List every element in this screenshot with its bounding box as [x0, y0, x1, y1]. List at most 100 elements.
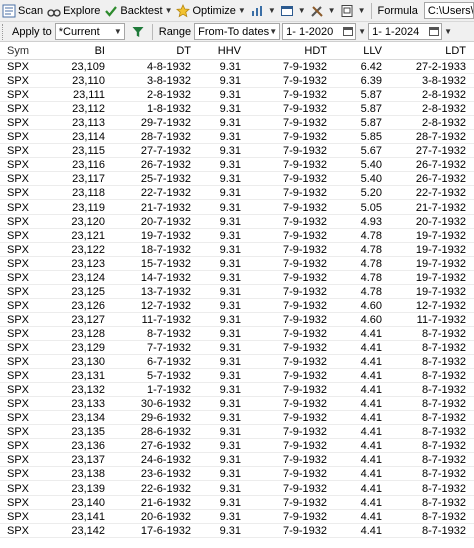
cell-hhv: 9.31 [219, 271, 241, 284]
table-row[interactable]: SPX 23,119 21-7-1932 9.31 7-9-1932 5.05 21-7-1… [0, 201, 474, 215]
chevron-down-icon[interactable]: ▼ [268, 6, 276, 15]
cell-hdt: 7-9-1932 [282, 426, 327, 439]
table-row[interactable]: SPX 23,123 15-7-1932 9.31 7-9-1932 4.78 19-7-1… [0, 257, 474, 271]
cell-llv: 4.41 [360, 510, 382, 523]
chevron-down-icon[interactable]: ▼ [328, 6, 336, 15]
tools-button[interactable]: ▼ [308, 2, 338, 20]
chevron-down-icon[interactable]: ▼ [444, 27, 452, 36]
column-header-hdt[interactable]: HDT [304, 42, 327, 60]
cell-dt: 11-7-1932 [141, 313, 191, 326]
toolbar-grip[interactable] [2, 23, 6, 40]
table-row[interactable]: SPX 23,125 13-7-1932 9.31 7-9-1932 4.78 19-7-1… [0, 285, 474, 299]
table-row[interactable]: SPX 23,130 6-7-1932 9.31 7-9-1932 4.41 8-7-193… [0, 355, 474, 370]
cell-sym: SPX [7, 229, 30, 242]
table-row[interactable]: SPX 23,131 5-7-1932 9.31 7-9-1932 4.41 8-7-193… [0, 369, 474, 384]
cell-sym: SPX [7, 327, 30, 340]
chevron-down-icon[interactable]: ▼ [358, 6, 366, 15]
column-header-hhv[interactable]: HHV [218, 42, 241, 60]
toolbar-separator [151, 23, 153, 40]
chevron-down-icon: ▼ [269, 27, 278, 36]
formula-path-field[interactable]: C:\Users\hansv\OneDrive\Systems [423, 2, 474, 19]
cell-hdt: 7-9-1932 [282, 131, 327, 144]
cell-hhv: 9.31 [219, 229, 241, 242]
table-row[interactable]: SPX 23,135 28-6-1932 9.31 7-9-1932 4.41 8-7-19… [0, 425, 474, 440]
table-row[interactable]: SPX 23,127 11-7-1932 9.31 7-9-1932 4.60 11-7-1… [0, 313, 474, 327]
table-row[interactable]: SPX 23,116 26-7-1932 9.31 7-9-1932 5.40 26-7-1… [0, 158, 474, 173]
table-row[interactable]: SPX 23,132 1-7-1932 9.31 7-9-1932 4.41 8-7-193… [0, 383, 474, 398]
optimize-button[interactable]: Optimize ▼ [174, 2, 247, 20]
table-row[interactable]: SPX 23,128 8-7-1932 9.31 7-9-1932 4.41 8-7-193… [0, 327, 474, 341]
table-row[interactable]: SPX 23,126 12-7-1932 9.31 7-9-1932 4.60 12-7-1… [0, 299, 474, 313]
cell-hdt: 7-9-1932 [282, 468, 327, 481]
chevron-down-icon[interactable]: ▼ [358, 27, 366, 36]
from-date-picker[interactable]: 1- 1-2020 [282, 23, 357, 40]
table-row[interactable]: SPX 23,129 7-7-1932 9.31 7-9-1932 4.41 8-7-193… [0, 341, 474, 356]
cell-sym: SPX [7, 187, 30, 200]
column-header-sym[interactable]: Sym [7, 42, 29, 60]
column-header-dt[interactable]: DT [176, 42, 191, 60]
cell-ldt: 22-7-1932 [415, 187, 466, 200]
backtest-button[interactable]: Backtest ▼ [102, 2, 174, 20]
table-row[interactable]: SPX 23,140 21-6-1932 9.31 7-9-1932 4.41 8-7-19… [0, 496, 474, 510]
table-row[interactable]: SPX 23,112 1-8-1932 9.31 7-9-1932 5.87 2-8-193… [0, 102, 474, 117]
window-button[interactable]: ▼ [278, 2, 308, 20]
table-row[interactable]: SPX 23,120 20-7-1932 9.31 7-9-1932 4.93 20-7-1… [0, 215, 474, 229]
cell-bi: 23,120 [71, 215, 105, 228]
chart-button[interactable]: ▼ [248, 2, 278, 20]
table-row[interactable]: SPX 23,109 4-8-1932 9.31 7-9-1932 6.42 27-2-19… [0, 60, 474, 75]
to-date-picker[interactable]: 1- 1-2024 [368, 23, 443, 40]
cell-ldt: 8-7-1932 [421, 468, 466, 481]
range-select[interactable]: From-To dates ▼ [194, 23, 281, 40]
report-button[interactable]: ▼ [338, 2, 368, 20]
table-row[interactable]: SPX 23,124 14-7-1932 9.31 7-9-1932 4.78 19-7-1… [0, 271, 474, 285]
cell-llv: 5.87 [360, 89, 382, 102]
table-row[interactable]: SPX 23,121 19-7-1932 9.31 7-9-1932 4.78 19-7-1… [0, 229, 474, 243]
table-row[interactable]: SPX 23,134 29-6-1932 9.31 7-9-1932 4.41 8-7-19… [0, 411, 474, 426]
table-row[interactable]: SPX 23,136 27-6-1932 9.31 7-9-1932 4.41 8-7-19… [0, 439, 474, 454]
table-row[interactable]: SPX 23,141 20-6-1932 9.31 7-9-1932 4.41 8-7-19… [0, 510, 474, 524]
table-row[interactable]: SPX 23,111 2-8-1932 9.31 7-9-1932 5.87 2-8-193… [0, 88, 474, 103]
cell-dt: 29-6-1932 [140, 412, 191, 425]
cell-sym: SPX [7, 454, 30, 467]
cell-llv: 4.41 [360, 370, 382, 383]
scan-button[interactable]: Scan [0, 2, 45, 20]
cell-dt: 19-7-1932 [140, 229, 191, 242]
filter-toolbar: Apply to *Current ▼ Range From-To dates … [0, 22, 474, 42]
cell-sym: SPX [7, 370, 30, 383]
cell-hhv: 9.31 [219, 342, 241, 354]
table-row[interactable]: SPX 23,115 27-7-1932 9.31 7-9-1932 5.67 27-7-1… [0, 144, 474, 159]
column-header-bi[interactable]: BI [95, 42, 105, 60]
cell-hhv: 9.31 [219, 257, 241, 270]
cell-bi: 23,131 [71, 370, 105, 383]
table-row[interactable]: SPX 23,142 17-6-1932 9.31 7-9-1932 4.41 8-7-19… [0, 524, 474, 538]
column-header-ldt[interactable]: LDT [445, 42, 466, 60]
table-header: Sym BI DT HHV HDT LLV LDT [0, 42, 474, 60]
cell-hhv: 9.31 [219, 201, 241, 214]
chevron-down-icon[interactable]: ▼ [165, 6, 173, 15]
table-row[interactable]: SPX 23,110 3-8-1932 9.31 7-9-1932 6.39 3-8-193… [0, 74, 474, 89]
table-row[interactable]: SPX 23,114 28-7-1932 9.31 7-9-1932 5.85 28-7-1… [0, 130, 474, 145]
cell-ldt: 8-7-1932 [421, 524, 466, 537]
chevron-down-icon[interactable]: ▼ [298, 6, 306, 15]
table-row[interactable]: SPX 23,122 18-7-1932 9.31 7-9-1932 4.78 19-7-1… [0, 243, 474, 257]
cell-ldt: 19-7-1932 [415, 271, 466, 284]
table-row[interactable]: SPX 23,113 29-7-1932 9.31 7-9-1932 5.87 2-8-19… [0, 116, 474, 131]
table-row[interactable]: SPX 23,117 25-7-1932 9.31 7-9-1932 5.40 26-7-1… [0, 172, 474, 187]
chevron-down-icon[interactable]: ▼ [238, 6, 246, 15]
cell-bi: 23,141 [71, 510, 105, 523]
table-row[interactable]: SPX 23,133 30-6-1932 9.31 7-9-1932 4.41 8-7-19… [0, 397, 474, 412]
table-row[interactable]: SPX 23,138 23-6-1932 9.31 7-9-1932 4.41 8-7-19… [0, 467, 474, 482]
table-row[interactable]: SPX 23,137 24-6-1932 9.31 7-9-1932 4.41 8-7-19… [0, 453, 474, 468]
table-row[interactable]: SPX 23,139 22-6-1932 9.31 7-9-1932 4.41 8-7-19… [0, 482, 474, 496]
filter-button[interactable] [129, 23, 149, 41]
cell-ldt: 3-8-1932 [421, 75, 466, 88]
cell-sym: SPX [7, 313, 30, 326]
cell-hhv: 9.31 [219, 327, 241, 340]
column-header-llv[interactable]: LLV [363, 42, 382, 60]
cell-ldt: 2-8-1932 [421, 89, 466, 102]
table-row[interactable]: SPX 23,118 22-7-1932 9.31 7-9-1932 5.20 22-7-1… [0, 186, 474, 201]
cell-llv: 4.41 [360, 327, 382, 340]
apply-to-select[interactable]: *Current ▼ [54, 23, 125, 40]
cell-hhv: 9.31 [219, 524, 241, 537]
explore-button[interactable]: Explore [45, 2, 102, 20]
